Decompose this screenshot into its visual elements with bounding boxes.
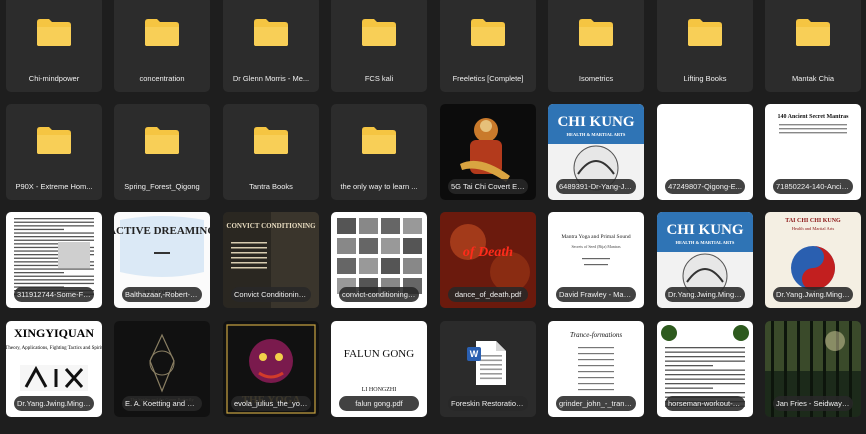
item-label: falun gong.pdf <box>339 396 419 411</box>
file-item[interactable]: of Death dance_of_death.pdf <box>440 212 536 308</box>
cover-title: TAI CHI CHI KUNG <box>785 218 841 224</box>
file-item[interactable]: CONVICT CONDITIONING Convict Conditioning… <box>223 212 319 308</box>
folder-icon <box>37 127 71 154</box>
item-label: Dr Glenn Morris - Me... <box>232 74 310 83</box>
folder-icon <box>37 19 71 46</box>
item-label: P90X - Extreme Hom... <box>15 182 93 191</box>
folder-icon <box>145 19 179 46</box>
item-label: Dr.Yang.Jwing.Ming-T... <box>773 287 853 302</box>
cover-subtitle: HEALTH & MARTIAL ARTS <box>676 240 735 245</box>
file-item[interactable]: convict-conditioning-... <box>331 212 427 308</box>
folder-item[interactable]: concentration <box>114 0 210 92</box>
item-label: David Frawley - Mant... <box>556 287 636 302</box>
file-item[interactable]: THE YOGAevola_julius_the_yoga... <box>223 321 319 417</box>
item-label: Jan Fries - Seidways - ... <box>773 396 853 411</box>
folder-item[interactable]: Dr Glenn Morris - Me... <box>223 0 319 92</box>
folder-item[interactable]: Lifting Books <box>657 0 753 92</box>
file-item[interactable]: Jan Fries - Seidways - ... <box>765 321 861 417</box>
item-label: Chi-mindpower <box>28 74 80 83</box>
folder-item[interactable]: Tantra Books <box>223 104 319 200</box>
item-label: 5G Tai Chi Covert Ene... <box>448 179 528 194</box>
item-label: convict-conditioning-... <box>339 287 419 302</box>
file-item[interactable]: W Foreskin Restoration ... <box>440 321 536 417</box>
item-label: Isometrics <box>578 74 614 83</box>
item-label: Tantra Books <box>249 182 293 191</box>
file-item[interactable]: ACTIVE DREAMINGBY ROBERTBalthazaar,-Robe… <box>114 212 210 308</box>
file-item[interactable]: Trance-formations grinder_john_-_trance..… <box>548 321 644 417</box>
item-label: grinder_john_-_trance... <box>556 396 636 411</box>
file-item[interactable]: 140 Ancient Secret Mantras 71850224-140-A… <box>765 104 861 200</box>
folder-icon <box>145 127 179 154</box>
file-item[interactable]: 311912744-Some-Fr... <box>6 212 102 308</box>
item-label: 311912744-Some-Fr... <box>14 287 94 302</box>
item-label: Convict Conditioning ... <box>231 287 311 302</box>
cover-title: CHI KUNG <box>666 222 743 238</box>
cover-title: Trance-formations <box>570 331 622 339</box>
item-label: Mantak Chia <box>791 74 835 83</box>
file-item[interactable]: Mantra Yoga and Primal Sound Secrets of S… <box>548 212 644 308</box>
cover-title: FALUN GONG <box>344 348 414 360</box>
item-label: Foreskin Restoration ... <box>448 396 528 411</box>
folder-item[interactable]: Spring_Forest_Qigong <box>114 104 210 200</box>
item-label: concentration <box>139 74 185 83</box>
folder-item[interactable]: Isometrics <box>548 0 644 92</box>
folder-item[interactable]: the only way to learn ... <box>331 104 427 200</box>
item-label: the only way to learn ... <box>340 182 418 191</box>
cover-subtitle: Secrets of Seed (Bija) Mantras <box>571 244 621 249</box>
file-item[interactable]: CHI KUNG HEALTH & MARTIAL ARTS 6489391-Dr-… <box>548 104 644 200</box>
item-label: 71850224-140-Ancie... <box>773 179 853 194</box>
cover-subtitle: Theory, Applications, Fighting Tactics a… <box>6 346 102 351</box>
cover-title: Mantra Yoga and Primal Sound <box>561 234 630 240</box>
item-label: 47249807-Qigong-E... <box>665 179 745 194</box>
cover-subtitle: HEALTH & MARTIAL ARTS <box>567 132 626 137</box>
folder-icon <box>579 19 613 46</box>
cover-title: CHI KUNG <box>557 114 634 130</box>
file-item[interactable]: 5G Tai Chi Covert Ene... <box>440 104 536 200</box>
item-label: dance_of_death.pdf <box>448 287 528 302</box>
cover-title: ACTIVE DREAMING <box>114 225 210 237</box>
folder-icon <box>362 127 396 154</box>
cover-title: of Death <box>463 245 513 260</box>
item-label: evola_julius_the_yoga... <box>231 396 311 411</box>
folder-item[interactable]: Freeletics [Complete] <box>440 0 536 92</box>
folder-icon <box>796 19 830 46</box>
file-item[interactable]: The Spider and the Green ButterflyE. A. … <box>114 321 210 417</box>
folder-icon <box>471 19 505 46</box>
folder-item[interactable]: P90X - Extreme Hom... <box>6 104 102 200</box>
item-label: Balthazaar,-Robert---... <box>122 287 202 302</box>
item-label: FCS kali <box>364 74 394 83</box>
file-item[interactable]: horseman-workout-pr... <box>657 321 753 417</box>
folder-icon <box>254 127 288 154</box>
item-label: Lifting Books <box>683 74 727 83</box>
item-label: Spring_Forest_Qigong <box>124 182 200 191</box>
file-grid: Chi-mindpower concentration Dr Glenn Morri… <box>0 0 866 434</box>
cover-subtitle: LI HONGZHI <box>362 387 397 393</box>
cover-title: CONVICT CONDITIONING <box>226 222 316 230</box>
cover-subtitle: Health and Martial Arts <box>792 226 835 231</box>
cover-title: XINGYIQUAN <box>14 326 94 340</box>
item-label: horseman-workout-pr... <box>665 396 745 411</box>
folder-item[interactable]: FCS kali <box>331 0 427 92</box>
folder-icon <box>362 19 396 46</box>
item-label: 6489391-Dr-Yang-Jw... <box>556 179 636 194</box>
file-item[interactable]: 47249807-Qigong-E... <box>657 104 753 200</box>
cover-title: 140 Ancient Secret Mantras <box>777 114 849 120</box>
item-label: Dr.Yang.Jwing.Ming-C... <box>665 287 745 302</box>
word-icon: W <box>470 349 479 359</box>
folder-icon <box>254 19 288 46</box>
file-item[interactable]: CHI KUNG HEALTH & MARTIAL ARTS Dr.Yang.Jwi… <box>657 212 753 308</box>
item-label: Dr.Yang.Jwing.Ming-X... <box>14 396 94 411</box>
file-item[interactable]: FALUN GONG LI HONGZHI falun gong.pdf <box>331 321 427 417</box>
file-item[interactable]: TAI CHI CHI KUNG Health and Martial Arts D… <box>765 212 861 308</box>
folder-icon <box>688 19 722 46</box>
item-label: E. A. Koetting and Bar... <box>122 396 202 411</box>
file-item[interactable]: XINGYIQUAN Theory, Applications, Fighting… <box>6 321 102 417</box>
folder-item[interactable]: Mantak Chia <box>765 0 861 92</box>
folder-item[interactable]: Chi-mindpower <box>6 0 102 92</box>
item-label: Freeletics [Complete] <box>452 74 524 83</box>
